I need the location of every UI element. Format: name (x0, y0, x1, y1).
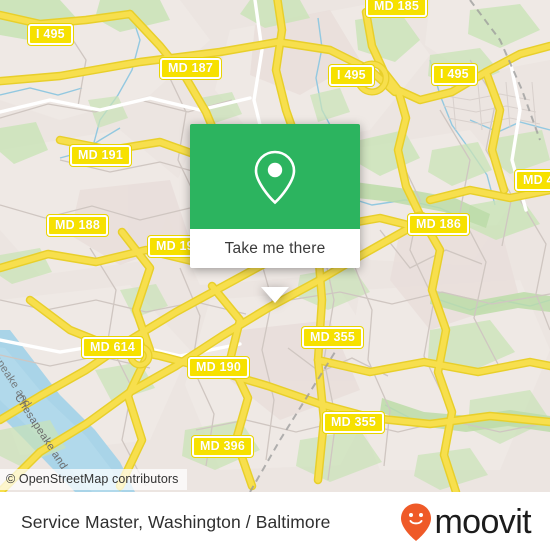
moovit-map-screen: Chesapeake and Chesapeake and I 495 MD 1… (0, 0, 550, 550)
road-shield: MD 614 (82, 337, 143, 358)
road-shield: I 495 (28, 24, 73, 45)
take-me-there-label: Take me there (224, 239, 326, 257)
moovit-logo[interactable]: moovit (399, 502, 532, 542)
road-shield: MD 187 (160, 58, 221, 79)
location-popup-card[interactable]: Take me there (190, 124, 360, 303)
place-title: Service Master, Washington / Baltimore (21, 511, 331, 532)
moovit-wordmark: moovit (434, 503, 531, 541)
moovit-smiling-pin-icon (401, 503, 432, 541)
road-shield: I 495 (432, 64, 477, 85)
road-shield: MD 185 (366, 0, 427, 17)
popup-action-area[interactable]: Take me there (190, 229, 360, 268)
road-shield: MD 396 (192, 436, 253, 457)
road-shield: I 495 (329, 65, 374, 86)
bottom-info-bar: Service Master, Washington / Baltimore m… (0, 492, 550, 550)
popup-icon-area (190, 124, 360, 229)
road-shield: MD 41 (515, 170, 550, 191)
osm-attribution[interactable]: © OpenStreetMap contributors (0, 469, 187, 490)
road-shield: MD 191 (70, 145, 131, 166)
map-pin-icon (254, 150, 296, 204)
road-shield: MD 188 (47, 215, 108, 236)
road-shield: MD 186 (408, 214, 469, 235)
road-shield: MD 190 (188, 357, 249, 378)
road-shield: MD 355 (302, 327, 363, 348)
road-shield: MD 355 (323, 412, 384, 433)
popup-tail-pointer (261, 287, 289, 303)
